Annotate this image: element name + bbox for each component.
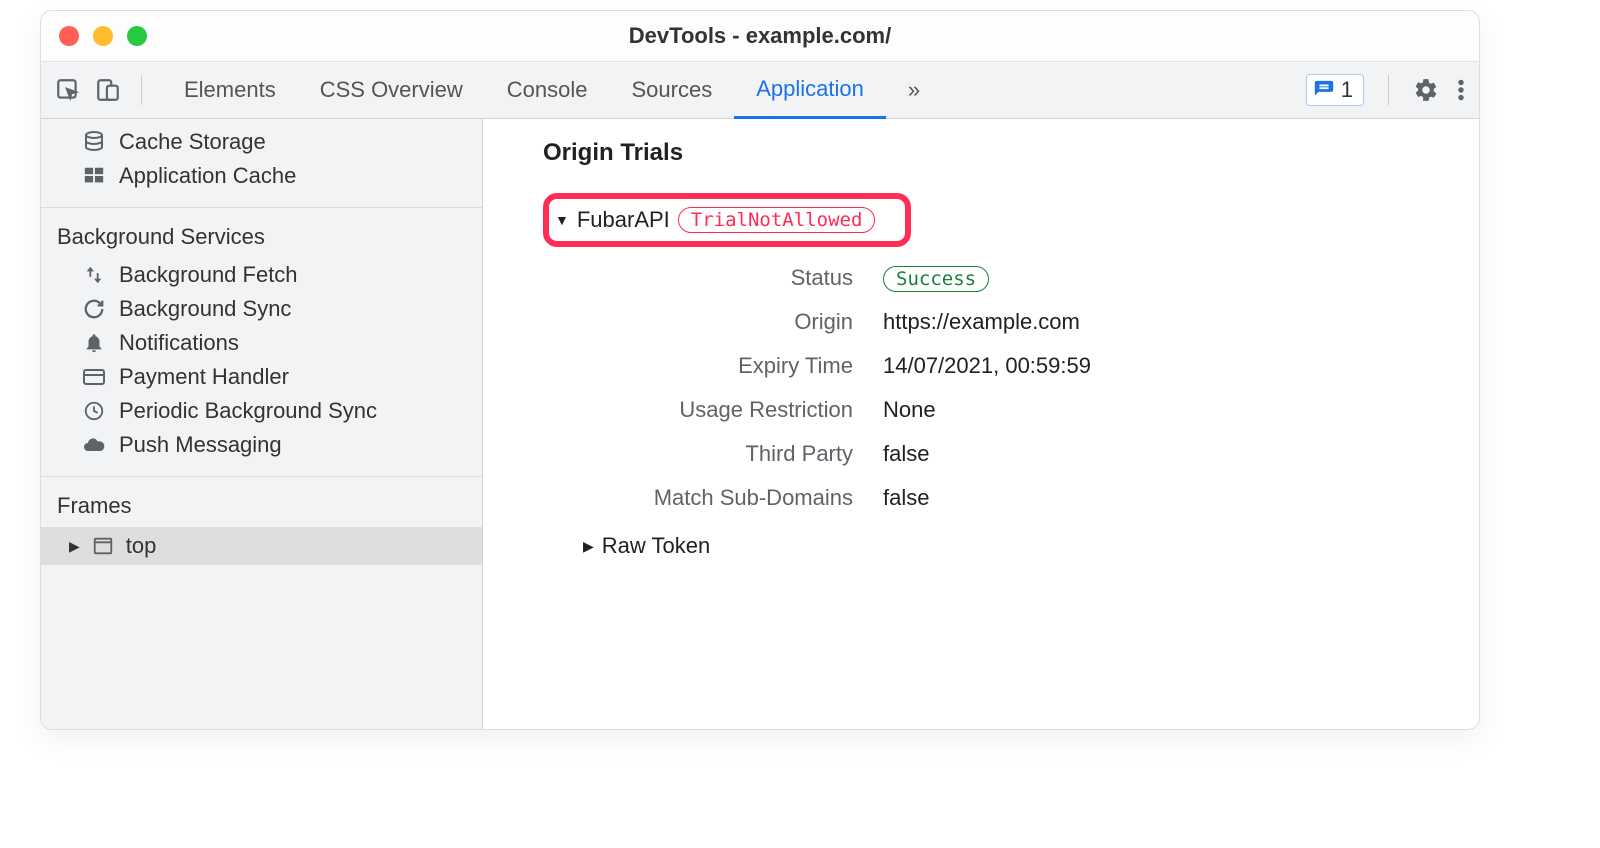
raw-token-label: Raw Token: [602, 533, 710, 559]
sidebar-header-frames: Frames: [41, 483, 482, 527]
separator: [141, 75, 142, 105]
label-third-party: Third Party: [563, 441, 883, 467]
trial-name: FubarAPI: [577, 207, 670, 233]
window-icon: [90, 533, 116, 559]
tab-sources[interactable]: Sources: [609, 62, 734, 118]
more-icon[interactable]: [1457, 77, 1465, 103]
cloud-icon: [81, 432, 107, 458]
sidebar-item-cache-storage[interactable]: Cache Storage: [41, 125, 482, 159]
tab-console[interactable]: Console: [485, 62, 610, 118]
application-sidebar: Cache Storage Application Cache Backgrou…: [41, 119, 483, 729]
tab-css-overview[interactable]: CSS Overview: [298, 62, 485, 118]
chevron-right-icon: ▶: [69, 538, 80, 555]
updown-icon: [81, 262, 107, 288]
separator: [1388, 75, 1389, 105]
main-panel: Origin Trials ▼ FubarAPI TrialNotAllowed…: [483, 119, 1479, 729]
sidebar-item-label: Notifications: [119, 330, 239, 356]
section-heading: Origin Trials: [543, 139, 1479, 167]
sidebar-item-payment-handler[interactable]: Payment Handler: [41, 360, 482, 394]
maximize-window-button[interactable]: [127, 26, 147, 46]
sidebar-item-periodic-background-sync[interactable]: Periodic Background Sync: [41, 394, 482, 428]
clock-icon: [81, 398, 107, 424]
minimize-window-button[interactable]: [93, 26, 113, 46]
device-toggle-icon[interactable]: [95, 77, 121, 103]
value-origin: https://example.com: [883, 309, 1479, 335]
sidebar-item-background-sync[interactable]: Background Sync: [41, 292, 482, 326]
label-origin: Origin: [563, 309, 883, 335]
label-match-subdomains: Match Sub-Domains: [563, 485, 883, 511]
sidebar-item-notifications[interactable]: Notifications: [41, 326, 482, 360]
bell-icon: [81, 330, 107, 356]
sidebar-item-push-messaging[interactable]: Push Messaging: [41, 428, 482, 462]
card-icon: [81, 364, 107, 390]
sidebar-item-label: Application Cache: [119, 163, 296, 189]
value-usage: None: [883, 397, 1479, 423]
value-status: Success: [883, 265, 1479, 291]
inspect-icon[interactable]: [55, 77, 81, 103]
sidebar-item-label: top: [126, 533, 157, 559]
background-services-group: Background Services Background Fetch Bac…: [41, 208, 482, 477]
sync-icon: [81, 296, 107, 322]
label-expiry: Expiry Time: [563, 353, 883, 379]
sidebar-item-label: Payment Handler: [119, 364, 289, 390]
issues-icon: [1313, 79, 1335, 101]
sidebar-item-label: Push Messaging: [119, 432, 282, 458]
sidebar-item-background-fetch[interactable]: Background Fetch: [41, 258, 482, 292]
devtools-window: DevTools - example.com/ Elements CSS Ove…: [40, 10, 1480, 730]
grid-icon: [81, 163, 107, 189]
value-expiry: 14/07/2021, 00:59:59: [883, 353, 1479, 379]
database-icon: [81, 129, 107, 155]
cache-group: Cache Storage Application Cache: [41, 119, 482, 208]
status-badge: Success: [883, 266, 989, 292]
issues-count: 1: [1341, 77, 1353, 103]
close-window-button[interactable]: [59, 26, 79, 46]
value-third-party: false: [883, 441, 1479, 467]
sidebar-item-label: Periodic Background Sync: [119, 398, 377, 424]
value-match-subdomains: false: [883, 485, 1479, 511]
panel-tabs: Elements CSS Overview Console Sources Ap…: [162, 62, 942, 118]
label-usage: Usage Restriction: [563, 397, 883, 423]
label-status: Status: [563, 265, 883, 291]
tab-application[interactable]: Application: [734, 62, 886, 119]
sidebar-item-label: Cache Storage: [119, 129, 266, 155]
sidebar-item-application-cache[interactable]: Application Cache: [41, 159, 482, 193]
sidebar-item-frame-top[interactable]: ▶ top: [41, 527, 482, 565]
sidebar-item-label: Background Sync: [119, 296, 291, 322]
tab-overflow[interactable]: »: [886, 62, 942, 118]
sidebar-header-background-services: Background Services: [41, 214, 482, 258]
window-title: DevTools - example.com/: [629, 23, 891, 49]
toolbar-right: 1: [1306, 74, 1465, 106]
settings-icon[interactable]: [1413, 77, 1439, 103]
trial-status-badge: TrialNotAllowed: [678, 207, 876, 233]
titlebar: DevTools - example.com/: [41, 11, 1479, 61]
traffic-lights: [59, 26, 147, 46]
content-area: Cache Storage Application Cache Backgrou…: [41, 119, 1479, 729]
devtools-toolbar: Elements CSS Overview Console Sources Ap…: [41, 61, 1479, 119]
issues-button[interactable]: 1: [1306, 74, 1364, 106]
sidebar-item-label: Background Fetch: [119, 262, 298, 288]
chevron-right-icon: ▶: [583, 538, 594, 555]
trial-details: Status Success Origin https://example.co…: [563, 265, 1479, 511]
frames-group: Frames ▶ top: [41, 477, 482, 579]
trial-row-highlighted[interactable]: ▼ FubarAPI TrialNotAllowed: [543, 193, 911, 247]
chevron-down-icon: ▼: [555, 212, 569, 228]
tab-elements[interactable]: Elements: [162, 62, 298, 118]
raw-token-row[interactable]: ▶ Raw Token: [583, 533, 1479, 559]
